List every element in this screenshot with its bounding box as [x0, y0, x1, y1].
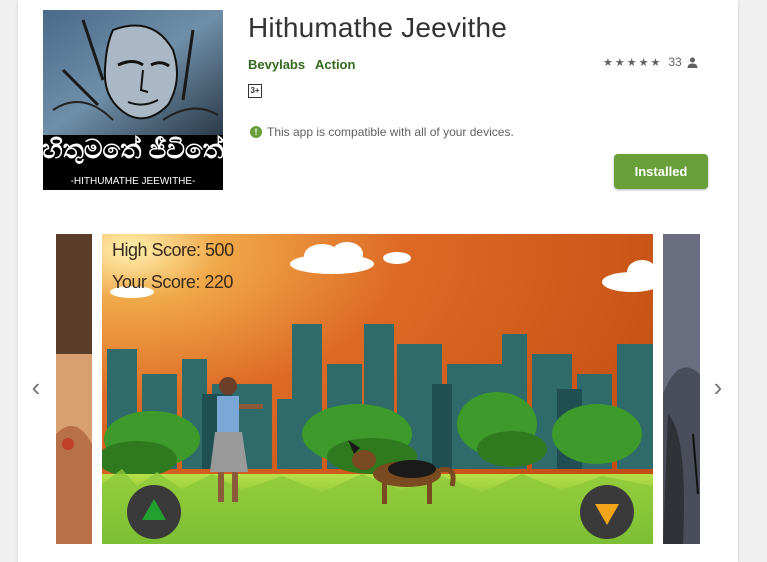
thumbnail-prev-art [56, 234, 92, 544]
rating-summary[interactable]: ★ ★ ★ ★ ★ 33 [603, 55, 698, 69]
installed-button[interactable]: Installed [614, 154, 708, 189]
chevron-left-icon[interactable]: ‹ [26, 372, 46, 402]
app-details-card: හිතුමතේ ජීවිතේ -HITHUMATHE JEEWITHE- Hit… [18, 0, 738, 562]
genre-link[interactable]: Action [315, 57, 355, 72]
icon-sinhala-title: හිතුමතේ ජීවිතේ [43, 134, 223, 165]
high-score-text: High Score: 500 [112, 240, 234, 260]
app-title: Hithumathe Jeevithe [248, 12, 508, 43]
person-icon [687, 57, 698, 68]
star-icon: ★ [603, 56, 613, 69]
chevron-right-icon[interactable]: › [708, 372, 728, 402]
thumbnail-next-art [663, 234, 700, 544]
down-arrow-icon [580, 485, 634, 539]
rating-count: 33 [668, 55, 682, 69]
content-rating-badge: 3+ [248, 84, 262, 98]
icon-caption: -HITHUMATHE JEEWITHE- [71, 176, 196, 187]
star-icon: ★ [614, 56, 625, 69]
app-icon: හිතුමතේ ජීවිතේ -HITHUMATHE JEEWITHE- [43, 10, 223, 190]
star-icon: ★ [638, 56, 649, 69]
app-icon-art: හිතුමතේ ජීවිතේ -HITHUMATHE JEEWITHE- [43, 10, 223, 190]
star-icon: ★ [626, 56, 637, 69]
screenshot-thumbnail-prev[interactable] [56, 234, 92, 544]
screenshot-thumbnail-next[interactable] [663, 234, 700, 544]
screenshot-main[interactable]: High Score: 500 Your Score: 220 [102, 234, 653, 544]
star-rating: ★ ★ ★ ★ ★ [603, 56, 662, 69]
your-score-text: Your Score: 220 [112, 272, 233, 292]
up-arrow-icon [127, 485, 181, 539]
info-icon: ! [250, 126, 262, 138]
developer-link[interactable]: Bevylabs [248, 57, 305, 72]
compatibility-notice: ! This app is compatible with all of you… [250, 125, 514, 139]
star-icon: ★ [650, 56, 661, 69]
compatibility-text: This app is compatible with all of your … [267, 125, 514, 139]
